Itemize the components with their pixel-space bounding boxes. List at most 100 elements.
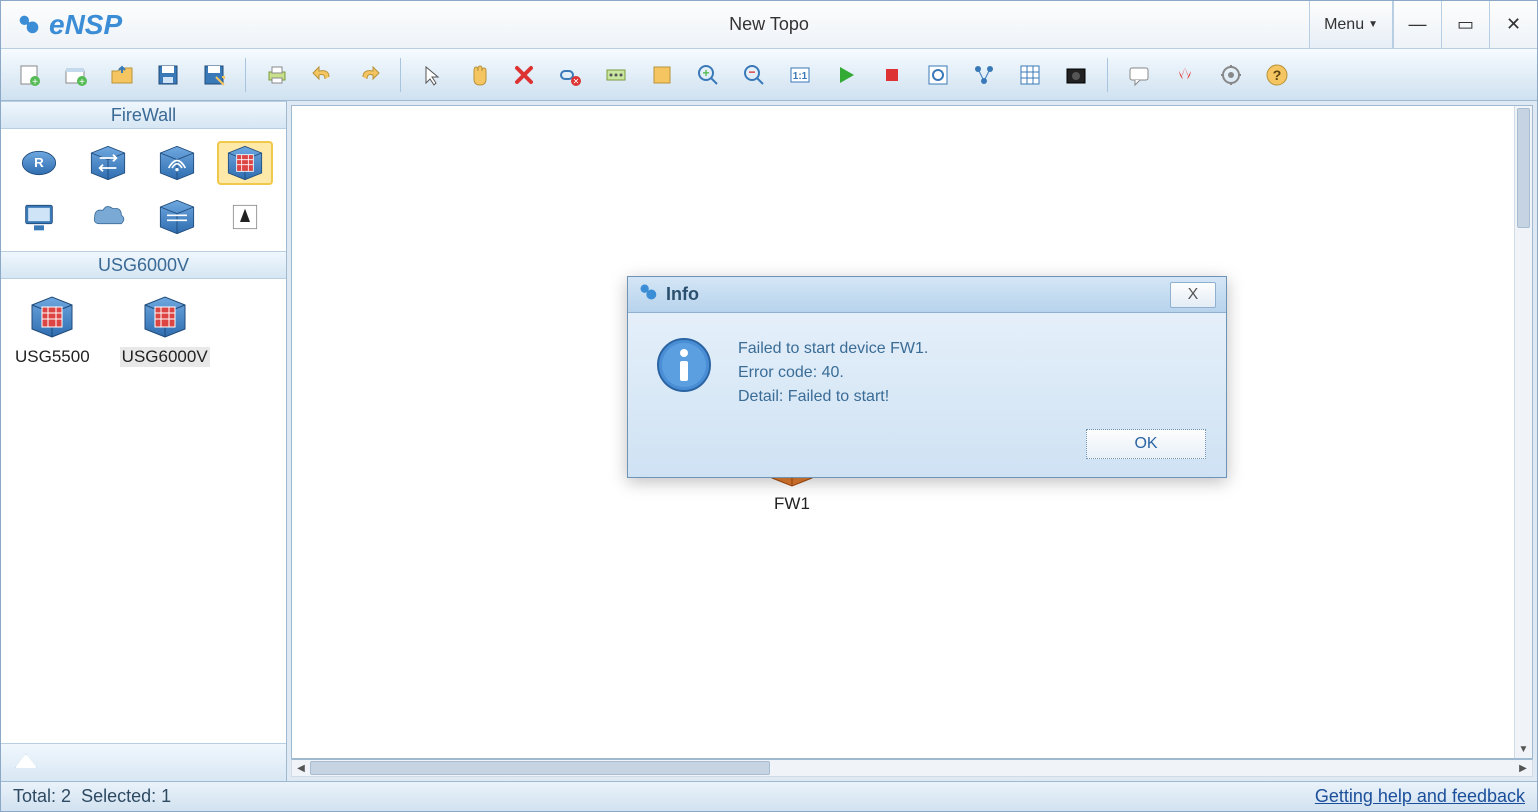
pan-button[interactable] — [459, 58, 497, 92]
category-firewall[interactable] — [217, 141, 273, 185]
palette-button[interactable] — [643, 58, 681, 92]
topology-canvas[interactable]: CE1 FW1 Info X Failed — [291, 105, 1533, 759]
delete-button[interactable] — [505, 58, 543, 92]
svg-text:−: − — [748, 65, 755, 79]
save-as-button[interactable] — [195, 58, 233, 92]
dialog-titlebar[interactable]: Info X — [628, 277, 1226, 313]
zoom-in-button[interactable]: + — [689, 58, 727, 92]
category-custom[interactable] — [217, 195, 273, 239]
cloud-icon — [84, 197, 132, 237]
firewall-device-icon — [24, 293, 80, 341]
new-topo-button[interactable]: + — [11, 58, 49, 92]
info-dialog: Info X Failed to start device FW1. Error… — [627, 276, 1227, 478]
inspect-button[interactable] — [919, 58, 957, 92]
grid-icon — [1018, 63, 1042, 87]
help-feedback-link[interactable]: Getting help and feedback — [1315, 786, 1525, 807]
device-header: USG6000V — [1, 251, 286, 279]
grid-button[interactable] — [1011, 58, 1049, 92]
device-usg6000v[interactable]: USG6000V — [120, 293, 210, 367]
zoom-in-icon: + — [696, 63, 720, 87]
capture-icon — [1064, 63, 1088, 87]
new-project-button[interactable]: + — [57, 58, 95, 92]
ensp-small-icon — [638, 282, 658, 307]
remove-link-button[interactable]: ✕ — [551, 58, 589, 92]
scroll-down-icon[interactable]: ▼ — [1515, 740, 1532, 758]
new-project-icon: + — [64, 63, 88, 87]
category-hub[interactable] — [149, 195, 205, 239]
scroll-thumb[interactable] — [1517, 108, 1530, 228]
category-pc[interactable] — [11, 195, 67, 239]
save-as-icon — [202, 63, 226, 87]
pan-icon — [466, 63, 490, 87]
device-usg5500[interactable]: USG5500 — [15, 293, 90, 367]
switch-icon — [84, 143, 132, 183]
title-controls: Menu▼ — ▭ ✕ — [1309, 1, 1537, 48]
text-button[interactable] — [597, 58, 635, 92]
help-icon: ? — [1265, 63, 1289, 87]
scroll-left-icon[interactable]: ◀ — [292, 760, 310, 776]
huawei-button[interactable] — [1166, 58, 1204, 92]
redo-icon — [357, 63, 381, 87]
title-bar: eNSP New Topo Menu▼ — ▭ ✕ — [1, 1, 1537, 49]
category-switch[interactable] — [80, 141, 136, 185]
print-button[interactable] — [258, 58, 296, 92]
main-toolbar: + + ✕ + − 1:1 ? — [1, 49, 1537, 101]
tree-icon — [972, 63, 996, 87]
undo-button[interactable] — [304, 58, 342, 92]
minimize-button[interactable]: — — [1393, 1, 1441, 48]
router-icon — [15, 143, 63, 183]
tree-button[interactable] — [965, 58, 1003, 92]
chat-button[interactable] — [1120, 58, 1158, 92]
help-button[interactable]: ? — [1258, 58, 1296, 92]
maximize-button[interactable]: ▭ — [1441, 1, 1489, 48]
firewall-icon — [221, 143, 269, 183]
footer-arrow-icon — [15, 754, 37, 768]
vertical-scrollbar[interactable]: ▲ ▼ — [1514, 106, 1532, 758]
svg-text:1:1: 1:1 — [793, 71, 808, 82]
scroll-right-icon[interactable]: ▶ — [1514, 760, 1532, 776]
canvas-area: CE1 FW1 Info X Failed — [287, 101, 1537, 781]
dialog-body: Failed to start device FW1. Error code: … — [628, 313, 1226, 429]
wlan-icon — [153, 143, 201, 183]
new-topo-icon: + — [18, 63, 42, 87]
status-bar: Total: 2 Selected: 1 Getting help and fe… — [1, 781, 1537, 811]
category-router[interactable] — [11, 141, 67, 185]
dialog-ok-button[interactable]: OK — [1086, 429, 1206, 459]
zoom-out-button[interactable]: − — [735, 58, 773, 92]
sidebar-footer — [1, 743, 286, 781]
zoom-11-icon: 1:1 — [788, 63, 812, 87]
category-wlan[interactable] — [149, 141, 205, 185]
settings-icon — [1219, 63, 1243, 87]
start-button[interactable] — [827, 58, 865, 92]
stop-button[interactable] — [873, 58, 911, 92]
open-button[interactable] — [103, 58, 141, 92]
zoom-11-button[interactable]: 1:1 — [781, 58, 819, 92]
undo-icon — [311, 63, 335, 87]
redo-button[interactable] — [350, 58, 388, 92]
svg-text:+: + — [79, 77, 85, 87]
save-button[interactable] — [149, 58, 187, 92]
menu-button[interactable]: Menu▼ — [1309, 1, 1393, 48]
huawei-icon — [1173, 63, 1197, 87]
firewall-device-icon — [137, 293, 193, 341]
close-button[interactable]: ✕ — [1489, 1, 1537, 48]
capture-button[interactable] — [1057, 58, 1095, 92]
toolbar-separator — [1107, 58, 1108, 92]
stop-icon — [880, 63, 904, 87]
settings-button[interactable] — [1212, 58, 1250, 92]
svg-text:✕: ✕ — [573, 77, 580, 86]
text-icon — [604, 63, 628, 87]
device-grid: USG5500 USG6000V — [1, 279, 286, 381]
svg-text:+: + — [702, 66, 709, 80]
category-cloud[interactable] — [80, 195, 136, 239]
dialog-close-button[interactable]: X — [1170, 282, 1216, 308]
dialog-message: Failed to start device FW1. Error code: … — [738, 337, 928, 409]
pointer-button[interactable] — [413, 58, 451, 92]
broken-link-icon: ✕ — [558, 63, 582, 87]
open-icon — [110, 63, 134, 87]
inspect-icon — [926, 63, 950, 87]
dialog-title: Info — [666, 284, 699, 305]
horizontal-scrollbar[interactable]: ◀ ▶ — [291, 759, 1533, 777]
scroll-thumb[interactable] — [310, 761, 770, 775]
start-icon — [834, 63, 858, 87]
